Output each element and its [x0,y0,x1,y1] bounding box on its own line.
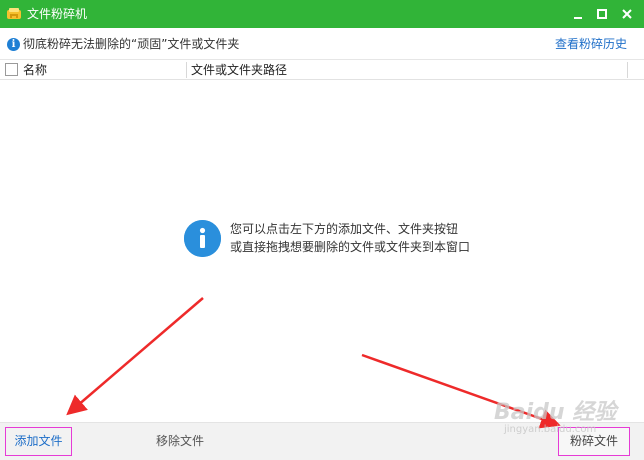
close-icon[interactable] [617,4,637,24]
view-history-link[interactable]: 查看粉碎历史 [555,37,627,52]
info-message: 彻底粉碎无法删除的“顽固”文件或文件夹 [23,37,240,51]
info-icon: i [7,38,20,51]
column-divider[interactable] [627,62,628,78]
add-file-button[interactable]: 添加文件 [5,427,72,456]
info-icon [184,220,221,257]
shredder-app-icon [6,6,22,22]
empty-hint-line-2: 或直接拖拽想要删除的文件或文件夹到本窗口 [230,240,471,254]
window-title: 文件粉碎机 [27,7,88,21]
remove-file-button[interactable]: 移除文件 [145,427,215,456]
arrow-to-shred-button [361,353,561,429]
file-table-header: 名称 文件或文件夹路径 [0,60,644,80]
shred-file-button[interactable]: 粉碎文件 [558,427,630,456]
column-header-path[interactable]: 文件或文件夹路径 [191,63,287,77]
info-bar: i 彻底粉碎无法删除的“顽固”文件或文件夹 查看粉碎历史 [0,28,644,60]
maximize-icon[interactable] [592,4,612,24]
bottom-toolbar: 添加文件 移除文件 粉碎文件 [0,422,644,460]
column-divider[interactable] [186,62,187,78]
empty-hint-line-1: 您可以点击左下方的添加文件、文件夹按钮 [230,222,459,236]
minimize-icon[interactable] [568,4,588,24]
arrow-to-add-button [66,297,204,416]
select-all-checkbox[interactable] [5,63,18,76]
title-bar: 文件粉碎机 [0,0,644,28]
empty-state: 您可以点击左下方的添加文件、文件夹按钮 或直接拖拽想要删除的文件或文件夹到本窗口 [184,220,504,260]
column-header-name[interactable]: 名称 [23,63,47,77]
